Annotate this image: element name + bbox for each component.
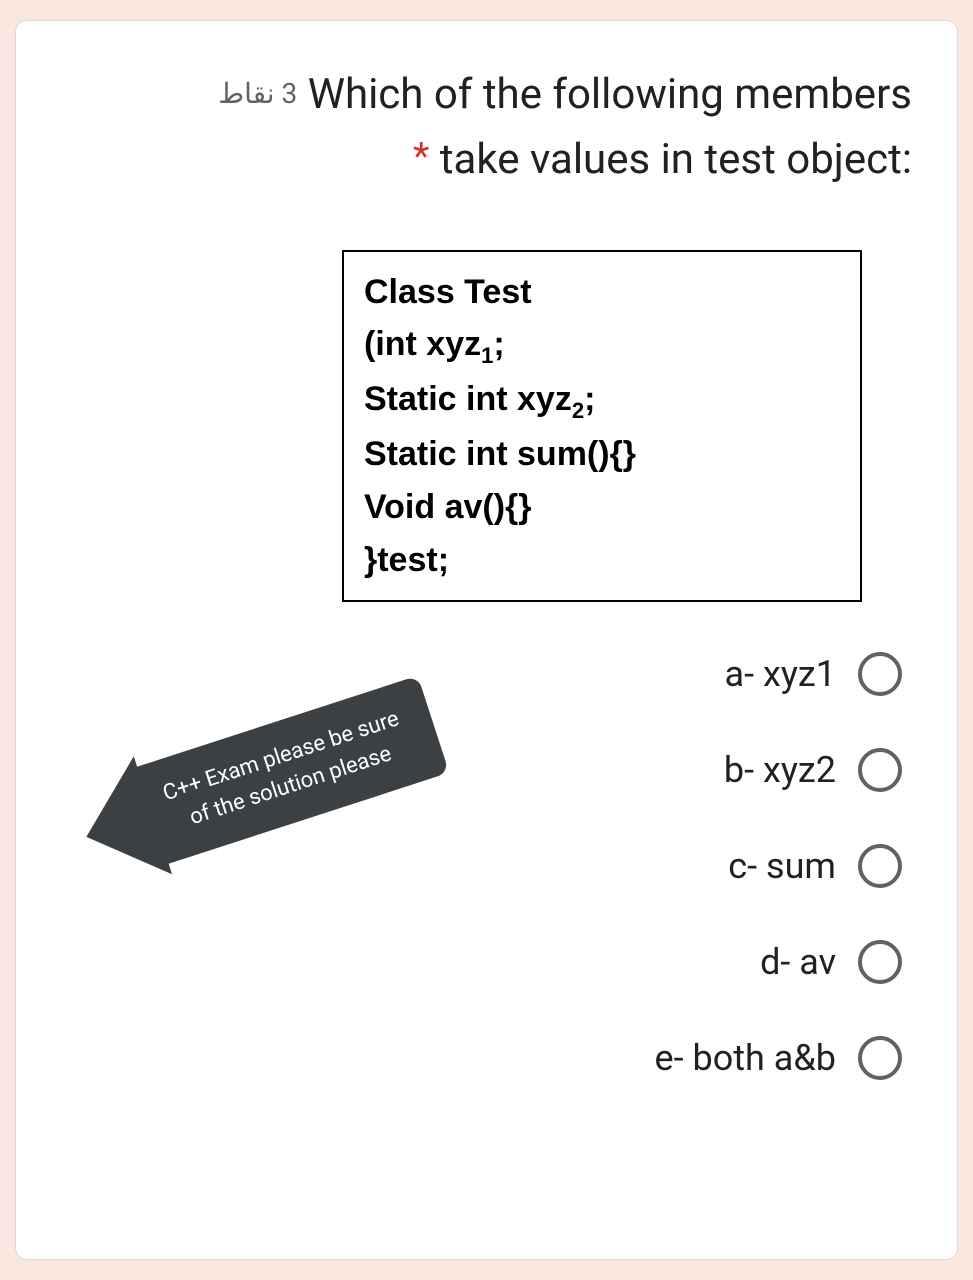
required-asterisk: * <box>413 135 429 179</box>
option-a[interactable]: a- xyz1 <box>725 652 902 696</box>
code-line: Void av(){} <box>364 481 840 534</box>
radio-icon[interactable] <box>858 844 902 888</box>
question-title-line2: :take values in test object * <box>61 131 912 190</box>
option-label: e- both a&b <box>655 1037 836 1079</box>
code-line: Class Test <box>364 266 840 319</box>
radio-icon[interactable] <box>858 1036 902 1080</box>
option-label: c- sum <box>728 845 836 887</box>
code-snippet: Class Test (int xyz1; Static int xyz2; S… <box>342 250 862 603</box>
question-header: Which of the following members 3 نقاط :t… <box>61 66 912 190</box>
radio-icon[interactable] <box>858 652 902 696</box>
points-badge: 3 نقاط <box>218 74 297 113</box>
question-card: Which of the following members 3 نقاط :t… <box>15 20 958 1260</box>
options-group: a- xyz1 b- xyz2 c- sum d- av e- both a&b <box>61 652 912 1080</box>
radio-icon[interactable] <box>858 940 902 984</box>
radio-icon[interactable] <box>858 748 902 792</box>
question-title-line1: Which of the following members 3 نقاط <box>61 66 912 125</box>
option-label: a- xyz1 <box>725 653 836 695</box>
code-line: (int xyz1; <box>364 318 840 373</box>
option-e[interactable]: e- both a&b <box>655 1036 902 1080</box>
option-b[interactable]: b- xyz2 <box>724 748 902 792</box>
option-label: d- av <box>760 941 836 983</box>
question-text-1: Which of the following members <box>308 70 912 119</box>
code-line: }test; <box>364 534 840 587</box>
option-d[interactable]: d- av <box>760 940 902 984</box>
code-line: Static int sum(){} <box>364 428 840 481</box>
question-text-2: :take values in test object <box>440 135 912 184</box>
option-label: b- xyz2 <box>724 749 836 791</box>
option-c[interactable]: c- sum <box>728 844 902 888</box>
code-line: Static int xyz2; <box>364 373 840 428</box>
